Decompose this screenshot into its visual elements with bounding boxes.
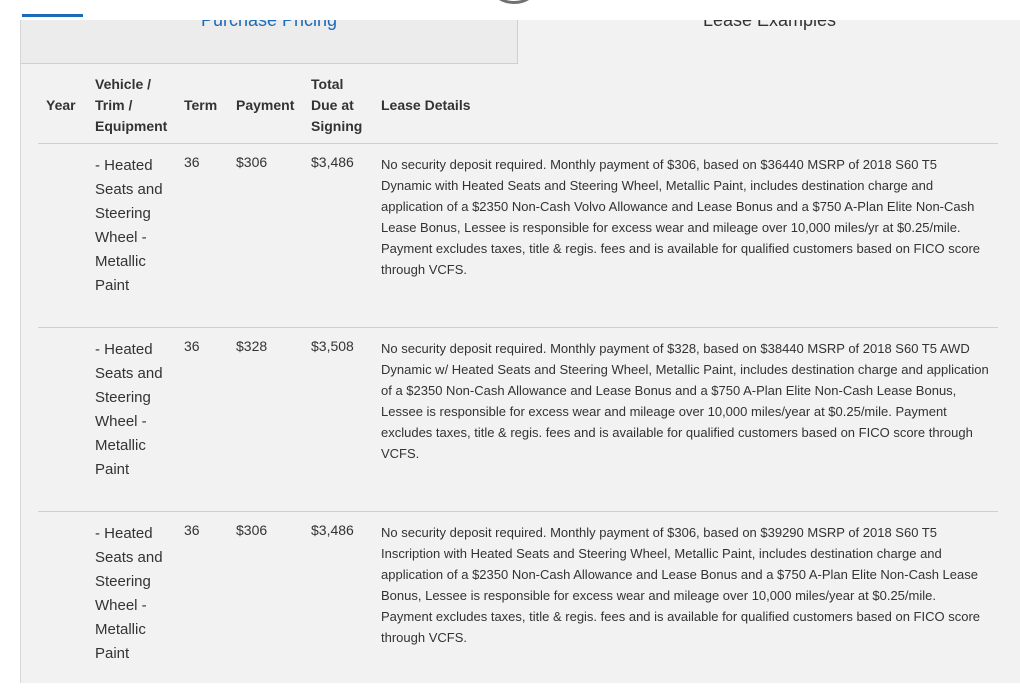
cell-due-at-signing: $3,508: [311, 337, 354, 354]
cell-lease-details: No security deposit required. Monthly pa…: [381, 340, 989, 461]
cell-vehicle: - Heated Seats and Steering Wheel - Meta…: [95, 524, 163, 662]
table-row: - Heated Seats and Steering Wheel - Meta…: [38, 143, 998, 327]
table-row: - Heated Seats and Steering Wheel - Meta…: [38, 511, 998, 695]
header-term: Term: [184, 97, 218, 114]
cell-payment: $306: [236, 521, 268, 538]
cell-year: [38, 327, 87, 511]
cell-term: 36: [184, 521, 200, 538]
cell-term: 36: [184, 337, 200, 354]
cell-payment: $306: [236, 153, 268, 170]
cell-vehicle: - Heated Seats and Steering Wheel - Meta…: [95, 340, 163, 478]
cell-term: 36: [184, 153, 200, 170]
cell-payment: $328: [236, 337, 268, 354]
cell-year: [38, 143, 87, 327]
header-lease-details: Lease Details: [381, 97, 471, 114]
header-year: Year: [46, 97, 76, 114]
cell-lease-details: No security deposit required. Monthly pa…: [381, 156, 981, 277]
top-nav-bar: [0, 0, 1020, 20]
pricing-panel: Purchase Pricing Lease Examples Year Veh…: [20, 7, 1020, 683]
table-header-row: Year Vehicle / Trim / Equipment Term Pay…: [38, 69, 998, 143]
table-row: - Heated Seats and Steering Wheel - Meta…: [38, 327, 998, 511]
lease-examples-table: Year Vehicle / Trim / Equipment Term Pay…: [38, 69, 998, 695]
cell-year: [38, 511, 87, 695]
header-due-at-signing: Total Due at Signing: [311, 76, 363, 135]
cell-vehicle: - Heated Seats and Steering Wheel - Meta…: [95, 156, 163, 294]
active-nav-indicator: [22, 14, 83, 17]
cell-lease-details: No security deposit required. Monthly pa…: [381, 524, 981, 645]
header-vehicle: Vehicle / Trim / Equipment: [95, 76, 168, 135]
circle-icon: [492, 0, 536, 4]
cell-due-at-signing: $3,486: [311, 521, 354, 538]
cell-due-at-signing: $3,486: [311, 153, 354, 170]
header-payment: Payment: [236, 97, 295, 114]
